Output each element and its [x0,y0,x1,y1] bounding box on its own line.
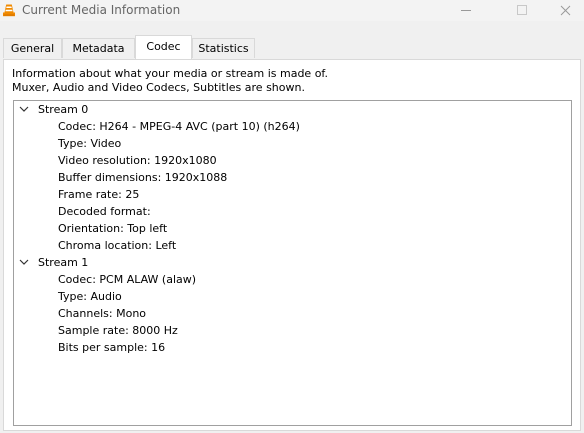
tree-item[interactable]: Type: Video [58,135,121,152]
info-text-line-2: Muxer, Audio and Video Codecs, Subtitles… [12,81,305,94]
maximize-button[interactable] [503,0,539,21]
tree-item[interactable]: Codec: H264 - MPEG-4 AVC (part 10) (h264… [58,118,300,135]
tree-item[interactable]: Codec: PCM ALAW (alaw) [58,271,196,288]
tree-item-stream-1[interactable]: Stream 1 [18,254,88,271]
tree-item[interactable]: Frame rate: 25 [58,186,139,203]
codec-panel: Information about what your media or str… [3,59,581,431]
minimize-button[interactable] [448,0,484,21]
info-text-line-1: Information about what your media or str… [12,67,328,80]
tab-statistics[interactable]: Statistics [192,38,255,58]
tree-item[interactable]: Type: Audio [58,288,122,305]
tree-item[interactable]: Buffer dimensions: 1920x1088 [58,169,227,186]
tree-item[interactable]: Sample rate: 8000 Hz [58,322,178,339]
tab-general[interactable]: General [3,38,62,58]
chevron-down-icon[interactable] [18,101,34,118]
tree-item-stream-0[interactable]: Stream 0 [18,101,88,118]
chevron-down-icon[interactable] [18,254,34,271]
tree-item[interactable]: Channels: Mono [58,305,146,322]
tree-item[interactable]: Bits per sample: 16 [58,339,165,356]
codec-tree[interactable]: Stream 0 Codec: H264 - MPEG-4 AVC (part … [13,100,572,426]
tab-metadata[interactable]: Metadata [62,38,135,58]
tree-item[interactable]: Orientation: Top left [58,220,167,237]
tree-item[interactable]: Chroma location: Left [58,237,176,254]
stream-label: Stream 0 [38,103,89,116]
tab-strip: General Metadata Codec Statistics [3,35,581,60]
tree-item[interactable]: Decoded format: [58,203,151,220]
title-bar[interactable]: Current Media Information [0,0,584,21]
vlc-cone-icon [1,2,17,18]
window-title: Current Media Information [22,3,181,17]
stream-label: Stream 1 [38,256,89,269]
tree-item[interactable]: Video resolution: 1920x1080 [58,152,217,169]
close-button[interactable] [548,0,584,21]
tab-codec[interactable]: Codec [135,35,192,59]
media-info-window: Current Media Information General Metada… [0,0,584,433]
